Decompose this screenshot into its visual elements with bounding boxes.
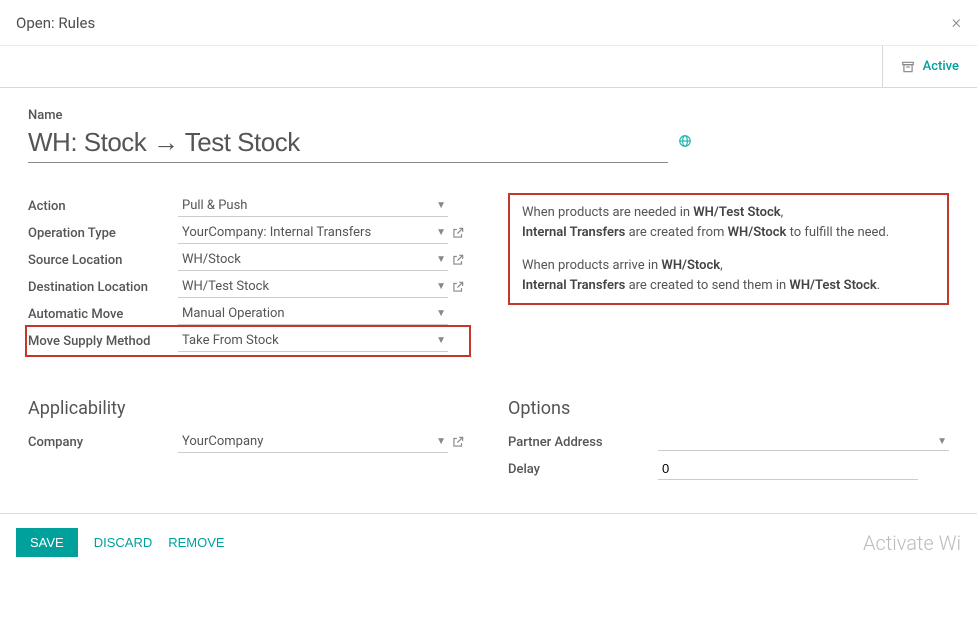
caret-down-icon: ▼ — [436, 200, 446, 211]
company-label: Company — [28, 435, 178, 450]
company-external-link-icon[interactable] — [448, 435, 468, 450]
source-location-label: Source Location — [28, 253, 178, 268]
caret-down-icon: ▼ — [436, 308, 446, 319]
action-label: Action — [28, 199, 178, 214]
modal-header: Open: Rules × — [0, 0, 977, 46]
left-column: Action Pull & Push ▼ Operation Type Your… — [28, 193, 468, 354]
rule-name-input[interactable] — [28, 127, 668, 163]
move-supply-highlight: Move Supply Method Take From Stock ▼ — [25, 325, 471, 357]
action-select[interactable]: Pull & Push ▼ — [178, 195, 448, 217]
partner-address-label: Partner Address — [508, 435, 658, 450]
rule-description-highlight: When products are needed in WH/Test Stoc… — [508, 193, 949, 305]
operation-type-external-link-icon[interactable] — [448, 226, 468, 241]
status-spacer — [0, 46, 883, 87]
action-value: Pull & Push — [182, 198, 247, 213]
right-column: When products are needed in WH/Test Stoc… — [508, 193, 949, 354]
automatic-move-select[interactable]: Manual Operation ▼ — [178, 303, 448, 325]
caret-down-icon: ▼ — [436, 436, 446, 447]
close-icon[interactable]: × — [952, 12, 961, 33]
modal-title: Open: Rules — [16, 14, 95, 32]
delay-label: Delay — [508, 462, 658, 477]
applicability-heading: Applicability — [28, 398, 468, 419]
caret-down-icon: ▼ — [937, 436, 947, 447]
destination-location-label: Destination Location — [28, 280, 178, 295]
partner-address-select[interactable]: ▼ — [658, 433, 949, 451]
caret-down-icon: ▼ — [436, 254, 446, 265]
source-location-external-link-icon[interactable] — [448, 253, 468, 268]
operation-type-label: Operation Type — [28, 226, 178, 241]
operation-type-select[interactable]: YourCompany: Internal Transfers ▼ — [178, 222, 448, 244]
save-button[interactable]: SAVE — [16, 528, 78, 557]
modal-footer: SAVE DISCARD REMOVE Activate Wi — [0, 513, 977, 571]
form-body: Name Action Pull & Push ▼ Operation Type — [0, 88, 977, 513]
caret-down-icon: ▼ — [436, 227, 446, 238]
lower-sections: Applicability Company YourCompany ▼ Opti… — [28, 354, 949, 483]
destination-location-select[interactable]: WH/Test Stock ▼ — [178, 276, 448, 298]
automatic-move-value: Manual Operation — [182, 306, 285, 321]
name-row — [28, 127, 949, 163]
activate-windows-watermark: Activate Wi — [863, 531, 961, 555]
company-select[interactable]: YourCompany ▼ — [178, 431, 448, 453]
company-value: YourCompany — [182, 434, 263, 449]
archive-icon — [901, 59, 915, 74]
globe-icon[interactable] — [678, 133, 692, 148]
active-toggle[interactable]: Active — [883, 46, 977, 87]
discard-button[interactable]: DISCARD — [94, 535, 153, 550]
operation-type-value: YourCompany: Internal Transfers — [182, 225, 371, 240]
caret-down-icon: ▼ — [436, 335, 446, 346]
options-heading: Options — [508, 398, 949, 419]
move-supply-method-label: Move Supply Method — [28, 334, 178, 349]
move-supply-method-value: Take From Stock — [182, 333, 279, 348]
destination-location-value: WH/Test Stock — [182, 279, 269, 294]
source-location-value: WH/Stock — [182, 252, 241, 267]
name-field-label: Name — [28, 108, 949, 123]
source-location-select[interactable]: WH/Stock ▼ — [178, 249, 448, 271]
destination-location-external-link-icon[interactable] — [448, 280, 468, 295]
status-bar: Active — [0, 46, 977, 88]
delay-input[interactable] — [658, 458, 918, 480]
remove-button[interactable]: REMOVE — [168, 535, 224, 550]
caret-down-icon: ▼ — [436, 281, 446, 292]
active-label: Active — [923, 59, 959, 74]
move-supply-method-select[interactable]: Take From Stock ▼ — [178, 330, 448, 352]
automatic-move-label: Automatic Move — [28, 307, 178, 322]
